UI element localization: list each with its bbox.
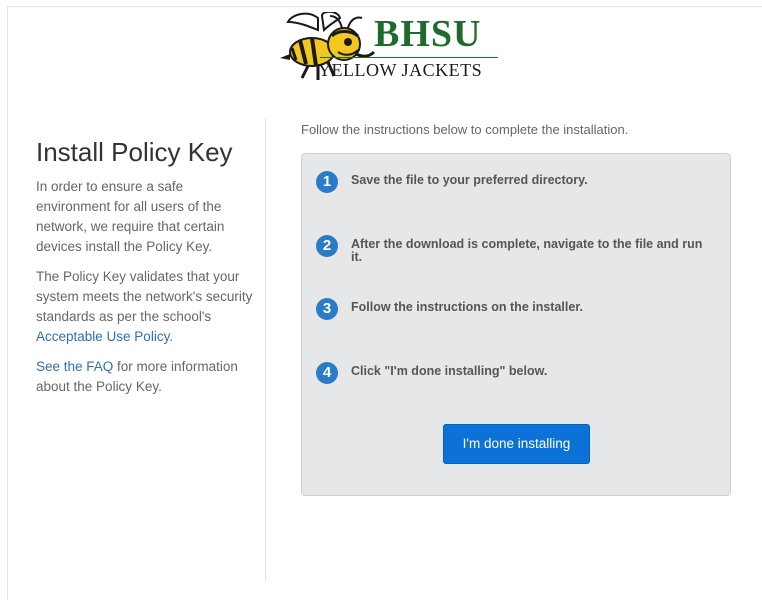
policy-text-prefix: The Policy Key validates that your syste… xyxy=(36,269,253,324)
sidebar-intro-text: In order to ensure a safe environment fo… xyxy=(36,179,225,254)
step-number-badge: 1 xyxy=(316,171,338,193)
bhsu-logo: BHSU YELLOW JACKETS xyxy=(278,10,508,90)
faq-link[interactable]: See the FAQ xyxy=(36,359,113,374)
step-3: 3 Follow the instructions on the install… xyxy=(316,298,711,320)
logo-wordmark: BHSU xyxy=(374,13,482,55)
instructions-intro: Follow the instructions below to complet… xyxy=(301,122,629,137)
logo-tagline: YELLOW JACKETS xyxy=(318,60,483,80)
step-text: After the download is complete, navigate… xyxy=(351,237,703,264)
policy-text-suffix: . xyxy=(169,329,174,344)
done-installing-button[interactable]: I'm done installing xyxy=(443,424,590,464)
column-divider xyxy=(265,118,266,580)
logo-rule xyxy=(320,57,498,58)
step-text: Save the file to your preferred director… xyxy=(351,173,588,187)
page-title: Install Policy Key xyxy=(36,137,233,167)
sidebar: Install Policy Key In order to ensure a … xyxy=(36,137,258,407)
step-number-badge: 2 xyxy=(316,235,338,257)
instructions-panel: 1 Save the file to your preferred direct… xyxy=(301,153,731,496)
step-1: 1 Save the file to your preferred direct… xyxy=(316,171,711,193)
sidebar-faq-text: See the FAQ for more information about t… xyxy=(36,357,258,397)
sidebar-policy-text: The Policy Key validates that your syste… xyxy=(36,267,258,347)
step-number-badge: 4 xyxy=(316,362,338,384)
step-4: 4 Click "I'm done installing" below. xyxy=(316,362,711,384)
step-number-badge: 3 xyxy=(316,298,338,320)
acceptable-use-policy-link[interactable]: Acceptable Use Policy xyxy=(36,329,169,344)
step-text: Follow the instructions on the installer… xyxy=(351,300,583,314)
step-2: 2 After the download is complete, naviga… xyxy=(316,235,711,264)
step-text: Click "I'm done installing" below. xyxy=(351,364,548,378)
